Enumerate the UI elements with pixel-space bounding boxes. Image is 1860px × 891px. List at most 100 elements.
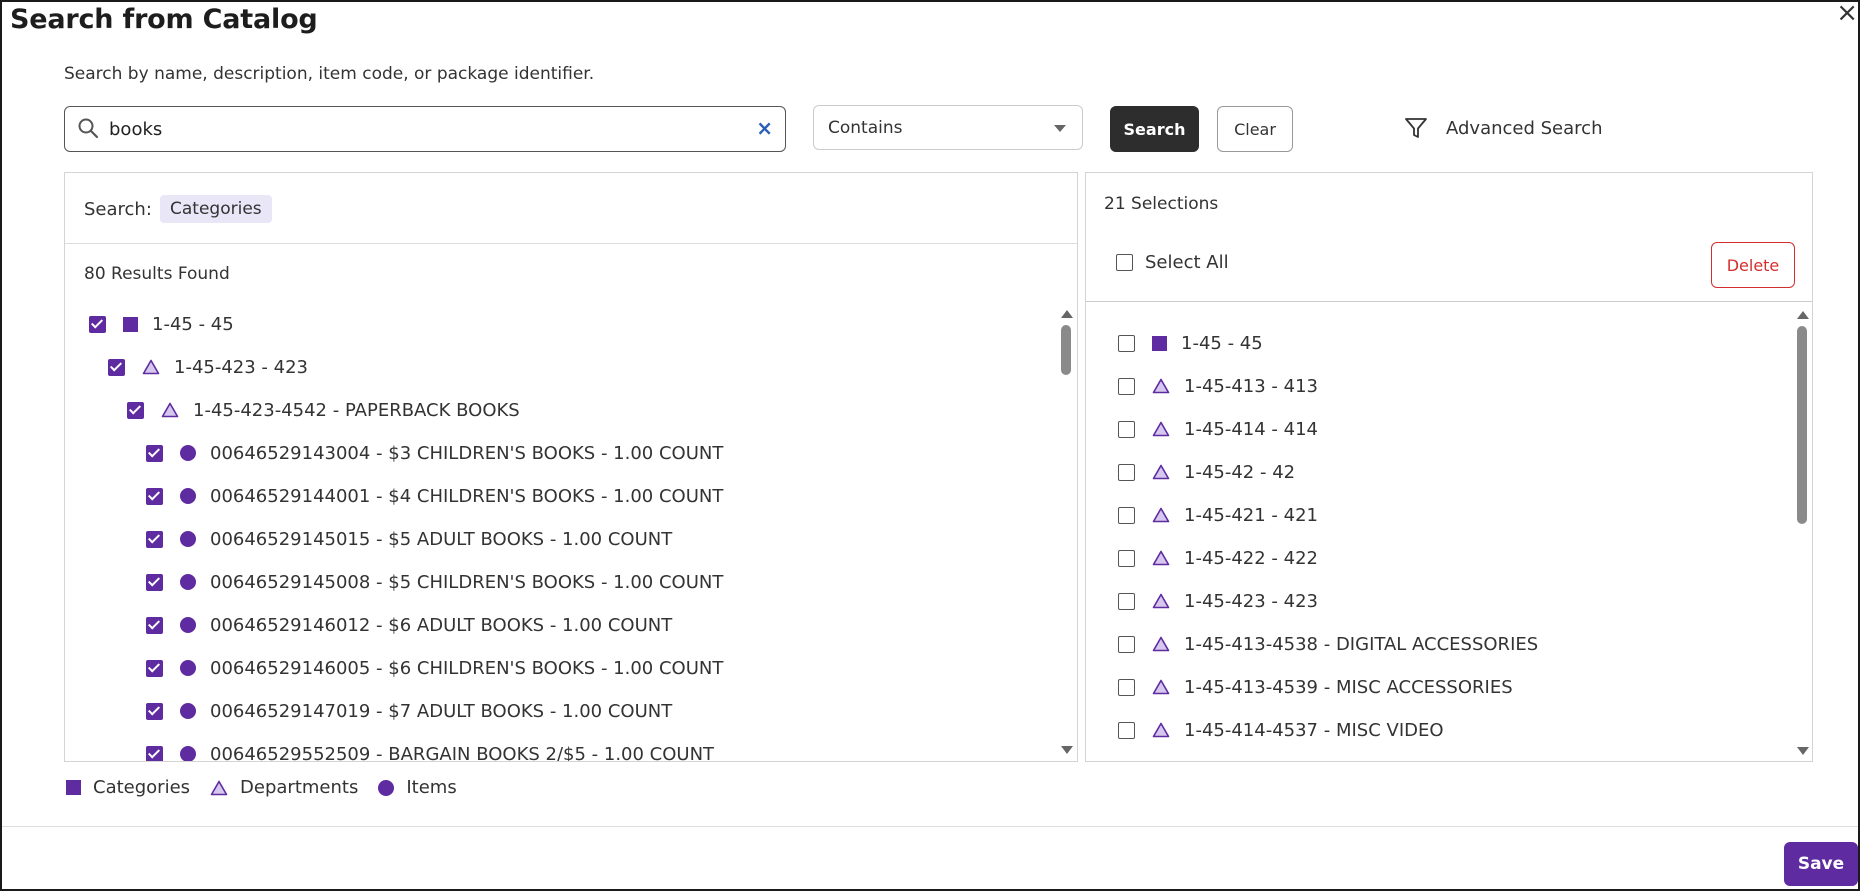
legend-label: Categories bbox=[93, 777, 191, 798]
circle-icon bbox=[180, 531, 196, 547]
row-checkbox[interactable] bbox=[146, 702, 163, 720]
triangle-icon bbox=[1152, 636, 1170, 652]
circle-icon bbox=[180, 660, 196, 676]
row-checkbox[interactable] bbox=[146, 573, 163, 591]
select-all-label: Select All bbox=[1145, 252, 1229, 273]
row-label: 1-45-423 - 423 bbox=[174, 356, 308, 378]
row-label: 1-45-42 - 42 bbox=[1184, 461, 1296, 483]
select-all-box[interactable] bbox=[1116, 254, 1133, 271]
scroll-up-arrow[interactable] bbox=[1061, 310, 1073, 318]
footer-divider bbox=[2, 826, 1858, 827]
row-checkbox[interactable] bbox=[146, 530, 163, 548]
row-checkbox[interactable] bbox=[89, 315, 106, 333]
row-checkbox[interactable] bbox=[127, 401, 144, 419]
delete-button[interactable]: Delete bbox=[1711, 242, 1795, 288]
search-button[interactable]: Search bbox=[1110, 106, 1199, 152]
list-item[interactable]: 1-45 - 45 bbox=[89, 309, 234, 339]
list-item[interactable]: 00646529145015 - $5 ADULT BOOKS - 1.00 C… bbox=[146, 524, 672, 554]
search-catalog-dialog: Search from Catalog × Search by name, de… bbox=[0, 0, 1860, 891]
row-checkbox[interactable] bbox=[1118, 420, 1135, 438]
search-filter-label: Search: bbox=[84, 199, 152, 220]
legend: Categories Departments Items bbox=[66, 777, 477, 798]
close-icon[interactable]: × bbox=[1836, 2, 1858, 28]
scroll-thumb[interactable] bbox=[1797, 326, 1807, 524]
list-item[interactable]: 1-45-414-4537 - MISC VIDEO bbox=[1118, 715, 1444, 745]
list-item[interactable]: 00646529144001 - $4 CHILDREN'S BOOKS - 1… bbox=[146, 481, 723, 511]
list-item[interactable]: 1-45-413 - 413 bbox=[1118, 371, 1318, 401]
match-mode-select[interactable]: Contains bbox=[813, 105, 1083, 150]
list-item[interactable]: 1-45-42 - 42 bbox=[1118, 457, 1295, 487]
row-checkbox[interactable] bbox=[1118, 549, 1135, 567]
row-checkbox[interactable] bbox=[1118, 334, 1135, 352]
list-item[interactable]: 1-45-422 - 422 bbox=[1118, 543, 1318, 573]
row-label: 1-45-422 - 422 bbox=[1184, 547, 1318, 569]
triangle-icon bbox=[1152, 378, 1170, 394]
row-checkbox[interactable] bbox=[146, 616, 163, 634]
divider bbox=[1086, 301, 1812, 302]
scroll-down-arrow[interactable] bbox=[1797, 747, 1809, 755]
list-item[interactable]: 1-45-414 - 414 bbox=[1118, 414, 1318, 444]
row-checkbox[interactable] bbox=[146, 659, 163, 677]
triangle-icon bbox=[1152, 593, 1170, 609]
row-checkbox[interactable] bbox=[146, 745, 163, 761]
row-checkbox[interactable] bbox=[1118, 463, 1135, 481]
legend-item-departments: Departments bbox=[210, 777, 358, 798]
list-item[interactable]: 00646529552509 - BARGAIN BOOKS 2/$5 - 1.… bbox=[146, 739, 714, 761]
row-label: 1-45-414-4537 - MISC VIDEO bbox=[1184, 719, 1444, 741]
triangle-icon bbox=[142, 359, 160, 375]
row-checkbox[interactable] bbox=[1118, 506, 1135, 524]
list-item[interactable]: 1-45-423 - 423 bbox=[108, 352, 308, 382]
list-item[interactable]: 00646529143004 - $3 CHILDREN'S BOOKS - 1… bbox=[146, 438, 723, 468]
triangle-icon bbox=[1152, 464, 1170, 480]
list-item[interactable]: 1-45-421 - 421 bbox=[1118, 500, 1318, 530]
row-checkbox[interactable] bbox=[146, 444, 163, 462]
save-button[interactable]: Save bbox=[1784, 842, 1858, 886]
list-item[interactable]: 1-45-423 - 423 bbox=[1118, 586, 1318, 616]
list-item[interactable]: 1-45-423-4542 - PAPERBACK BOOKS bbox=[127, 395, 520, 425]
row-checkbox[interactable] bbox=[1118, 721, 1135, 739]
row-checkbox[interactable] bbox=[1118, 592, 1135, 610]
clear-button[interactable]: Clear bbox=[1217, 106, 1293, 152]
filter-chip-categories[interactable]: Categories bbox=[160, 195, 272, 223]
circle-icon bbox=[180, 445, 196, 461]
row-checkbox[interactable] bbox=[146, 487, 163, 505]
legend-item-items: Items bbox=[378, 777, 457, 798]
row-label: 1-45-413-4538 - DIGITAL ACCESSORIES bbox=[1184, 633, 1539, 655]
results-scrollbar[interactable] bbox=[1058, 310, 1074, 754]
list-item[interactable]: 00646529145008 - $5 CHILDREN'S BOOKS - 1… bbox=[146, 567, 723, 597]
row-checkbox[interactable] bbox=[1118, 678, 1135, 696]
row-label: 1-45-413-4539 - MISC ACCESSORIES bbox=[1184, 676, 1513, 698]
match-mode-value: Contains bbox=[828, 118, 903, 138]
search-icon bbox=[78, 118, 99, 139]
triangle-icon bbox=[1152, 679, 1170, 695]
scroll-thumb[interactable] bbox=[1061, 325, 1071, 375]
row-checkbox[interactable] bbox=[108, 358, 125, 376]
legend-label: Departments bbox=[240, 777, 359, 798]
advanced-search-label: Advanced Search bbox=[1446, 117, 1603, 139]
list-item[interactable]: 1-45-413-4538 - DIGITAL ACCESSORIES bbox=[1118, 629, 1538, 659]
row-checkbox[interactable] bbox=[1118, 635, 1135, 653]
search-filter-bar: Search: Categories bbox=[65, 173, 1077, 244]
filter-icon bbox=[1405, 118, 1427, 138]
selections-panel: 21 Selections Select All Delete 1-45 - 4… bbox=[1085, 172, 1813, 762]
square-icon bbox=[123, 316, 138, 332]
row-checkbox[interactable] bbox=[1118, 377, 1135, 395]
list-item[interactable]: 1-45-413-4539 - MISC ACCESSORIES bbox=[1118, 672, 1513, 702]
triangle-icon bbox=[161, 402, 179, 418]
row-label: 00646529144001 - $4 CHILDREN'S BOOKS - 1… bbox=[210, 485, 724, 507]
scroll-up-arrow[interactable] bbox=[1797, 311, 1809, 319]
legend-label: Items bbox=[406, 777, 457, 798]
list-item[interactable]: 00646529147019 - $7 ADULT BOOKS - 1.00 C… bbox=[146, 696, 672, 726]
advanced-search-link[interactable]: Advanced Search bbox=[1404, 116, 1602, 140]
square-icon bbox=[1152, 335, 1167, 351]
list-item[interactable]: 00646529146012 - $6 ADULT BOOKS - 1.00 C… bbox=[146, 610, 672, 640]
scroll-down-arrow[interactable] bbox=[1061, 746, 1073, 754]
clear-search-icon[interactable]: × bbox=[756, 116, 773, 140]
selections-scrollbar[interactable] bbox=[1794, 311, 1810, 755]
select-all-checkbox[interactable]: Select All bbox=[1116, 252, 1229, 273]
list-item[interactable]: 1-45 - 45 bbox=[1118, 328, 1263, 358]
search-input[interactable] bbox=[107, 115, 727, 143]
circle-icon bbox=[378, 779, 395, 796]
list-item[interactable]: 00646529146005 - $6 CHILDREN'S BOOKS - 1… bbox=[146, 653, 723, 683]
row-label: 1-45-414 - 414 bbox=[1184, 418, 1318, 440]
